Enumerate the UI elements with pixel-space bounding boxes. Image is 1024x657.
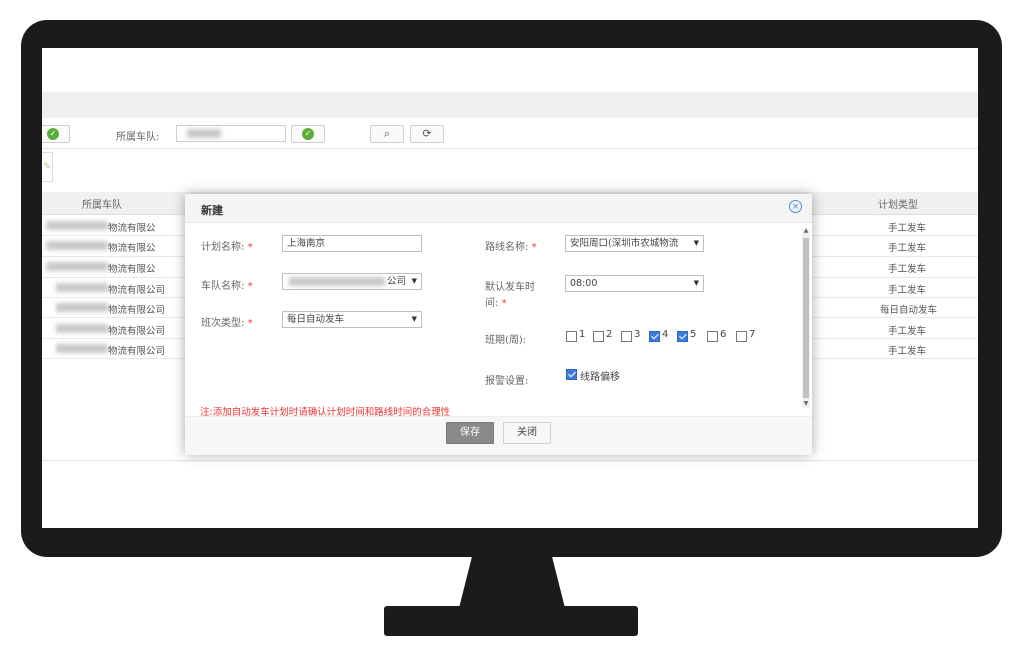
check-icon: ✓ bbox=[47, 128, 59, 140]
redacted-text bbox=[46, 241, 108, 250]
edit-icon[interactable]: ✎ bbox=[42, 152, 53, 182]
redacted-text bbox=[56, 324, 108, 333]
confirm-filter-button-2[interactable]: ✓ bbox=[291, 125, 325, 143]
table-cell-fleet: 物流有限公 bbox=[108, 223, 156, 234]
monitor-stand-neck bbox=[458, 552, 566, 612]
redacted-text bbox=[56, 344, 108, 353]
scroll-down-icon[interactable]: ▼ bbox=[802, 400, 810, 407]
save-button[interactable]: 保存 bbox=[446, 422, 494, 444]
weekday-5-checkbox[interactable] bbox=[677, 331, 688, 342]
required-mark: * bbox=[531, 242, 537, 253]
weekday-2-label: 2 bbox=[606, 329, 613, 340]
table-cell-plan-type: 每日自动发车 bbox=[880, 305, 938, 316]
check-icon: ✓ bbox=[302, 128, 314, 140]
tab-bar bbox=[42, 92, 978, 118]
table-cell-fleet: 物流有限公司 bbox=[108, 326, 166, 337]
weekday-3-checkbox[interactable] bbox=[621, 331, 632, 342]
plan-name-label: 计划名称: * bbox=[201, 238, 253, 253]
chevron-down-icon: ▼ bbox=[691, 236, 699, 251]
table-cell-plan-type: 手工发车 bbox=[888, 223, 927, 234]
weekday-6-checkbox[interactable] bbox=[707, 331, 718, 342]
fleet-filter-input[interactable] bbox=[176, 125, 286, 142]
table-cell-fleet: 物流有限公 bbox=[108, 243, 156, 254]
route-name-label: 路线名称: * bbox=[485, 238, 537, 253]
fleet-name-label: 车队名称: * bbox=[201, 277, 253, 292]
refresh-icon: ⟳ bbox=[422, 127, 432, 140]
weekday-3-label: 3 bbox=[634, 329, 641, 340]
schedule-label: 班期(周): bbox=[485, 335, 527, 346]
table-cell-fleet: 物流有限公司 bbox=[108, 305, 166, 316]
weekday-4-checkbox[interactable] bbox=[649, 331, 660, 342]
redacted-text bbox=[46, 262, 108, 271]
default-time-value: 08:00 bbox=[570, 278, 598, 289]
dialog-footer bbox=[185, 416, 812, 455]
column-header-plan-type: 计划类型 bbox=[878, 200, 918, 211]
route-name-value: 安阳周口(深圳市农城物流 bbox=[570, 238, 679, 249]
default-time-label-line2: 间: * bbox=[485, 294, 507, 309]
default-time-select[interactable]: 08:00 ▼ bbox=[565, 275, 704, 292]
toolbar-divider bbox=[42, 148, 978, 149]
plan-name-label-text: 计划名称: bbox=[201, 242, 245, 253]
table-cell-plan-type: 手工发车 bbox=[888, 346, 927, 357]
table-cell-plan-type: 手工发车 bbox=[888, 326, 927, 337]
required-mark: * bbox=[501, 298, 507, 309]
dialog-header: 新建 × bbox=[185, 194, 812, 223]
shift-type-label-text: 班次类型: bbox=[201, 318, 245, 329]
fleet-name-value: 公司 bbox=[387, 276, 407, 287]
search-icon: ⌕ bbox=[383, 127, 391, 140]
redacted-text bbox=[187, 129, 221, 138]
route-name-select[interactable]: 安阳周口(深圳市农城物流 ▼ bbox=[565, 235, 704, 252]
weekday-1-label: 1 bbox=[579, 329, 586, 340]
weekday-2-checkbox[interactable] bbox=[593, 331, 604, 342]
chevron-down-icon: ▼ bbox=[411, 315, 417, 323]
screen: ✓ 所属车队: ✓ ⌕ ⟳ ✎ 所属车队 计划类型 物流有限公 手工发车 物流有… bbox=[42, 48, 978, 528]
dialog-title: 新建 bbox=[201, 204, 223, 217]
shift-type-label: 班次类型: * bbox=[201, 314, 253, 329]
fleet-filter-label: 所属车队: bbox=[116, 132, 160, 143]
new-plan-dialog: 新建 × 计划名称: * 上海南京 车队名称: * 公司 ▼ 班次类型: * 每… bbox=[185, 194, 812, 455]
table-cell-plan-type: 手工发车 bbox=[888, 264, 927, 275]
required-mark: * bbox=[247, 281, 253, 292]
close-icon[interactable]: × bbox=[789, 200, 802, 213]
route-name-label-text: 路线名称: bbox=[485, 242, 529, 253]
fleet-name-select[interactable]: 公司 ▼ bbox=[282, 273, 422, 290]
weekday-6-label: 6 bbox=[720, 329, 727, 340]
chevron-down-icon: ▼ bbox=[693, 279, 699, 287]
scrollbar-thumb[interactable] bbox=[803, 238, 809, 398]
weekday-5-label: 5 bbox=[690, 329, 697, 340]
table-cell-fleet: 物流有限公司 bbox=[108, 285, 166, 296]
default-time-label-text: 间: bbox=[485, 298, 499, 309]
table-cell-fleet: 物流有限公 bbox=[108, 264, 156, 275]
redacted-text bbox=[46, 221, 108, 230]
table-cell-plan-type: 手工发车 bbox=[888, 243, 927, 254]
required-mark: * bbox=[247, 318, 253, 329]
weekday-7-checkbox[interactable] bbox=[736, 331, 747, 342]
weekday-7-label: 7 bbox=[749, 329, 756, 340]
route-offset-label: 线路偏移 bbox=[580, 372, 620, 383]
required-mark: * bbox=[247, 242, 253, 253]
table-cell-fleet: 物流有限公司 bbox=[108, 346, 166, 357]
redacted-text bbox=[56, 303, 108, 312]
refresh-button[interactable]: ⟳ bbox=[410, 125, 444, 143]
redacted-text bbox=[289, 277, 385, 286]
alarm-settings-label: 报警设置: bbox=[485, 376, 529, 387]
table-cell-plan-type: 手工发车 bbox=[888, 285, 927, 296]
confirm-filter-button-1[interactable]: ✓ bbox=[42, 125, 70, 143]
shift-type-select[interactable]: 每日自动发车 ▼ bbox=[282, 311, 422, 328]
plan-name-input[interactable]: 上海南京 bbox=[282, 235, 422, 252]
shift-type-value: 每日自动发车 bbox=[287, 314, 345, 325]
close-button[interactable]: 关闭 bbox=[503, 422, 551, 444]
weekday-4-label: 4 bbox=[662, 329, 669, 340]
default-time-label: 默认发车时 bbox=[485, 282, 535, 293]
column-header-fleet: 所属车队 bbox=[82, 200, 122, 211]
redacted-text bbox=[56, 283, 108, 292]
route-offset-checkbox[interactable] bbox=[566, 369, 577, 380]
monitor-stand-base bbox=[384, 606, 638, 636]
fleet-name-label-text: 车队名称: bbox=[201, 281, 245, 292]
table-bottom-border bbox=[42, 460, 978, 461]
scroll-up-icon[interactable]: ▲ bbox=[802, 227, 810, 234]
weekday-1-checkbox[interactable] bbox=[566, 331, 577, 342]
chevron-down-icon: ▼ bbox=[411, 277, 417, 285]
search-button[interactable]: ⌕ bbox=[370, 125, 404, 143]
